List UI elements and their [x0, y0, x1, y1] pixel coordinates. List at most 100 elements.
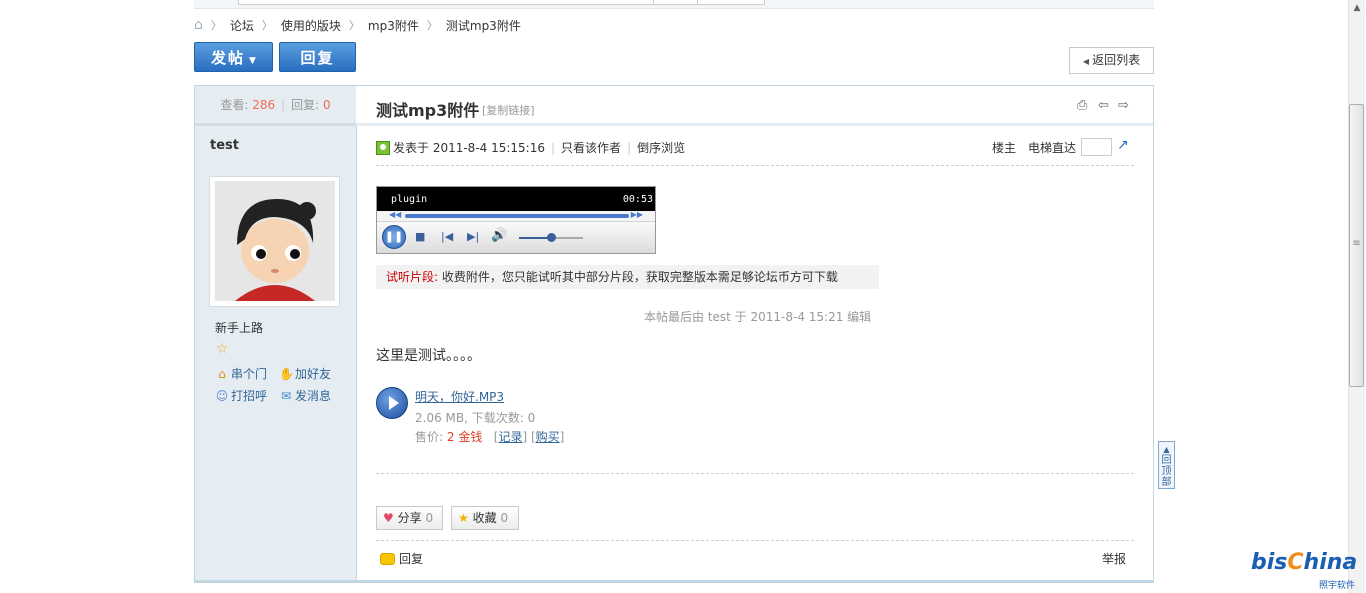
breadcrumb-item-forum[interactable]: 论坛: [230, 17, 254, 34]
record-link[interactable]: 记录: [498, 430, 522, 444]
watermark-brand: bisChina: [1251, 550, 1358, 575]
audio-file-icon[interactable]: [376, 387, 408, 419]
next-thread-icon[interactable]: ⇨: [1118, 98, 1129, 113]
breadcrumb-item-thread[interactable]: 测试mp3附件: [446, 17, 521, 34]
attachment-price: 售价: 2 金钱 [记录] [购买]: [415, 430, 565, 444]
post-meta: 发表于 2011-8-4 15:15:16 | 只看该作者 | 倒序浏览: [376, 139, 685, 156]
reverse-order-link[interactable]: 倒序浏览: [637, 139, 685, 156]
fast-forward-icon[interactable]: ▶▶: [631, 210, 643, 219]
elevator-input[interactable]: [1081, 138, 1112, 156]
scroll-up-icon[interactable]: ▲: [1349, 0, 1365, 17]
share-label: 分享: [397, 511, 422, 525]
thread-stats: 查看: 286 | 回复: 0: [195, 86, 356, 126]
home-icon[interactable]: ⌂: [194, 17, 203, 33]
greet-link[interactable]: ☺ 打招呼: [215, 387, 267, 404]
price-value: 2 金钱: [446, 430, 483, 444]
edit-note: 本帖最后由 test 于 2011-8-4 15:21 编辑: [644, 310, 872, 324]
replies-count: 0: [323, 98, 331, 112]
reply-label: 回复: [300, 49, 335, 67]
new-post-button[interactable]: 发帖 ▼: [194, 42, 273, 72]
print-icon[interactable]: ⎙: [1077, 98, 1087, 113]
report-link[interactable]: 举报: [1102, 550, 1126, 567]
seek-track[interactable]: [405, 214, 629, 218]
replies-label: 回复:: [291, 98, 320, 112]
breadcrumb-item-board[interactable]: mp3附件: [368, 17, 419, 34]
previous-track-icon[interactable]: |◀: [441, 230, 453, 243]
stop-icon[interactable]: ■: [415, 230, 425, 243]
scrollbar-grip-icon: ≡: [1352, 238, 1361, 249]
meta-divider: |: [551, 140, 556, 155]
price-label: 售价:: [415, 430, 444, 444]
player-display: plugin 00:53: [377, 187, 655, 211]
prev-thread-icon[interactable]: ⇦: [1098, 98, 1109, 113]
volume-knob[interactable]: [547, 233, 556, 242]
post-date: 发表于 2011-8-4 15:15:16: [393, 141, 545, 155]
visit-home-link[interactable]: ⌂ 串个门: [215, 365, 267, 382]
speech-bubble-icon: [380, 552, 395, 565]
star-icon: ☆: [216, 341, 229, 357]
favorite-label: 收藏: [472, 511, 497, 525]
views-count: 286: [252, 98, 276, 112]
watermark-logo: bisChina 照宇软件: [1251, 548, 1361, 591]
preview-label: 试听片段:: [386, 270, 439, 284]
greet-icon: ☺: [215, 388, 229, 403]
top-toolbar-remnant: [194, 0, 1154, 9]
post-body: 这里是测试。。。。: [376, 348, 481, 364]
mp3-player[interactable]: plugin 00:53 ◀◀ ▶▶ ❚❚ ■ |◀ ▶| 🔊: [376, 186, 656, 254]
back-to-top-button[interactable]: ▲ 回顶部: [1158, 441, 1175, 489]
share-count: 0: [425, 511, 434, 525]
search-type-remnant[interactable]: [653, 0, 699, 5]
only-author-link[interactable]: 只看该作者: [561, 139, 621, 156]
send-message-link[interactable]: ✉ 发消息: [279, 387, 331, 404]
breadcrumb-item-section[interactable]: 使用的版块: [281, 17, 341, 34]
visit-home-label: 串个门: [231, 367, 268, 381]
preview-notice: 试听片段: 收费附件，您只能试听其中部分片段，获取完整版本需足够论坛币方可下载: [376, 265, 879, 289]
heart-icon: ♥: [383, 511, 394, 525]
seek-bar[interactable]: ◀◀ ▶▶: [377, 210, 655, 222]
views-label: 查看:: [220, 98, 249, 112]
new-post-label: 发帖: [211, 49, 246, 67]
thread-title: 测试mp3附件: [376, 101, 480, 120]
add-friend-label: 加好友: [295, 367, 332, 381]
mail-icon: ✉: [280, 388, 292, 403]
author-name[interactable]: test: [210, 138, 239, 153]
back-to-list-label: 返回列表: [1092, 53, 1141, 67]
post-reply-link[interactable]: 回复: [380, 550, 423, 567]
meta-divider: |: [627, 140, 632, 155]
breadcrumb: ⌂ 〉 论坛 〉 使用的版块 〉 mp3附件 〉 测试mp3附件: [194, 15, 521, 35]
breadcrumb-separator: 〉: [348, 19, 360, 32]
buy-link[interactable]: 购买: [536, 430, 560, 444]
online-status-icon: [376, 140, 390, 155]
reply-button[interactable]: 回复: [279, 42, 356, 72]
bottom-border: [194, 580, 1154, 583]
share-button[interactable]: ♥ 分享 0: [376, 506, 443, 530]
player-controls: ❚❚ ■ |◀ ▶| 🔊: [377, 222, 655, 253]
search-button-remnant[interactable]: [697, 0, 765, 5]
add-friend-link[interactable]: ✋ 加好友: [279, 365, 331, 382]
back-to-list-button[interactable]: ◀ 返回列表: [1069, 47, 1154, 74]
copy-link[interactable]: [复制链接]: [482, 102, 535, 118]
watermark-sub: 照宇软件: [1318, 581, 1355, 591]
breadcrumb-separator: 〉: [261, 19, 273, 32]
search-box-remnant[interactable]: [238, 0, 655, 5]
divider: [376, 540, 1134, 541]
elevator-go-icon[interactable]: ↗: [1117, 137, 1129, 153]
rewind-icon[interactable]: ◀◀: [389, 210, 401, 219]
divider: [376, 165, 1134, 166]
favorite-button[interactable]: ★ 收藏 0: [451, 506, 519, 530]
avatar[interactable]: [215, 181, 335, 301]
post-reply-label: 回复: [399, 552, 424, 566]
attachment-name-link[interactable]: 明天，你好.MP3: [415, 388, 504, 405]
next-track-icon[interactable]: ▶|: [467, 230, 479, 243]
home-icon: ⌂: [218, 366, 226, 381]
caret-left-icon: ◀: [1082, 57, 1090, 66]
handshake-icon: ✋: [279, 366, 294, 381]
divider: [376, 473, 1134, 474]
avatar-illustration: [215, 181, 335, 301]
volume-slider[interactable]: [519, 233, 583, 242]
volume-icon[interactable]: 🔊: [491, 228, 507, 243]
chevron-down-icon: ▼: [249, 56, 256, 66]
favorite-count: 0: [500, 511, 509, 525]
pause-icon[interactable]: ❚❚: [382, 225, 406, 249]
stats-divider: |: [281, 98, 286, 112]
